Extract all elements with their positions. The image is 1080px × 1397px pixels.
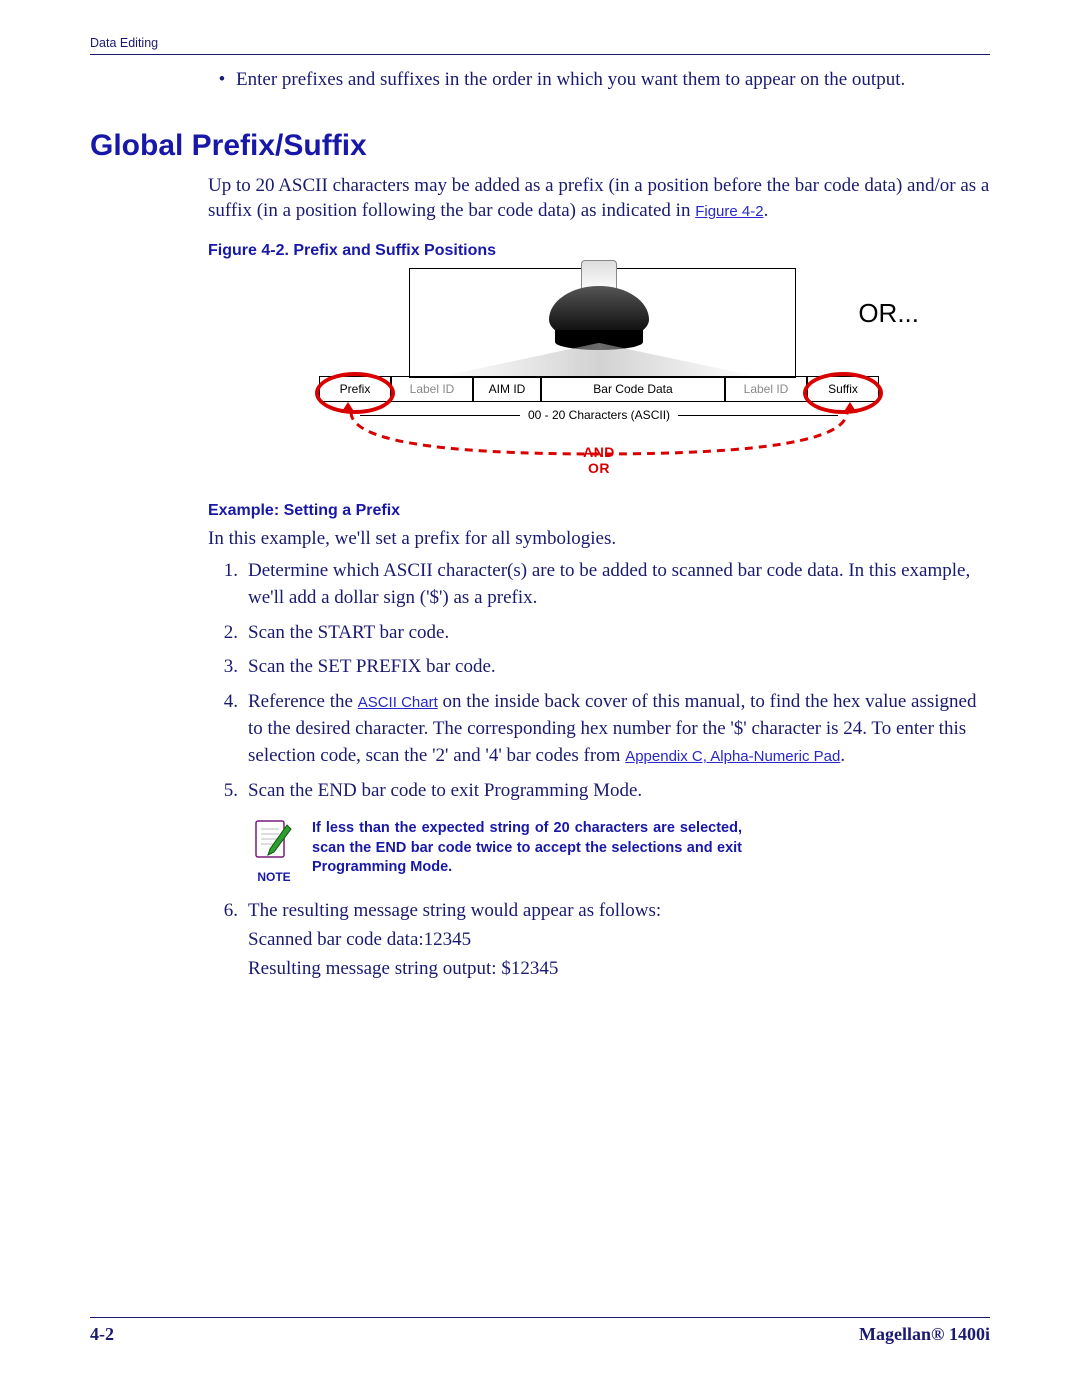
intro-post: . [764,200,769,221]
step6-lead: The resulting message string would appea… [248,900,661,921]
or2-text: OR [588,460,610,476]
step-5: 5.Scan the END bar code to exit Programm… [208,778,990,805]
step6-line2: Resulting message string output: $12345 [248,956,990,983]
header-rule [90,54,990,55]
product-name: Magellan® 1400i [859,1324,990,1345]
data-strip: Prefix Label ID AIM ID Bar Code Data Lab… [319,376,879,402]
step-3: 3.Scan the SET PREFIX bar code. [208,654,990,681]
and-or-label: AND OR [319,444,879,476]
intro-pre: Up to 20 ASCII characters may be added a… [208,175,989,222]
cell-aimid: AIM ID [473,376,541,402]
intro-paragraph: Up to 20 ASCII characters may be added a… [208,173,990,224]
body: Up to 20 ASCII characters may be added a… [208,173,990,984]
note-block: NOTE If less than the expected string of… [248,819,990,884]
figure-link[interactable]: Figure 4-2 [695,203,763,220]
top-bullet-block: • Enter prefixes and suffixes in the ord… [208,67,990,93]
steps-list-cont: 6. The resulting message string would ap… [208,898,990,983]
section-heading: Global Prefix/Suffix [90,129,990,163]
step6-line1: Scanned bar code data:12345 [248,927,990,954]
appendix-c-link[interactable]: Appendix C, Alpha-Numeric Pad [625,748,840,765]
bullet-dot: • [208,67,236,93]
cell-labelid2: Label ID [725,376,807,402]
steps-list: 1.Determine which ASCII character(s) are… [208,558,990,806]
and-text: AND [583,444,615,460]
ascii-chart-link[interactable]: ASCII Chart [358,694,438,711]
cell-labelid1: Label ID [391,376,473,402]
or-label: OR... [858,298,919,329]
running-header: Data Editing [90,36,990,50]
cell-barcodedata: Bar Code Data [541,376,725,402]
step-6: 6. The resulting message string would ap… [208,898,990,983]
step-1: 1.Determine which ASCII character(s) are… [208,558,990,612]
note-icon-wrap: NOTE [248,819,300,884]
page: Data Editing • Enter prefixes and suffix… [0,0,1080,1397]
page-number: 4-2 [90,1324,114,1345]
bullet-row: • Enter prefixes and suffixes in the ord… [208,67,990,93]
note-text: If less than the expected string of 20 c… [312,819,742,878]
step-4: 4. Reference the ASCII Chart on the insi… [208,689,990,770]
step-2-text: Scan the START bar code. [248,620,990,647]
note-icon [252,819,296,863]
step-1-text: Determine which ASCII character(s) are t… [248,558,990,612]
step-3-text: Scan the SET PREFIX bar code. [248,654,990,681]
step4-pre: Reference the [248,691,358,712]
step-5-text: Scan the END bar code to exit Programmin… [248,778,990,805]
prefix-suffix-diagram: OR... Prefix Label ID AIM ID Bar Code Da… [319,268,879,478]
step4-post: . [840,745,845,766]
step-2: 2.Scan the START bar code. [208,620,990,647]
bullet-text: Enter prefixes and suffixes in the order… [236,67,905,93]
step-4-text: Reference the ASCII Chart on the inside … [248,689,990,770]
note-label: NOTE [248,870,300,884]
figure-caption: Figure 4-2. Prefix and Suffix Positions [208,242,990,260]
footer-rule [90,1317,990,1318]
step-6-text: The resulting message string would appea… [248,898,990,983]
example-intro: In this example, we'll set a prefix for … [208,526,990,552]
footer: 4-2 Magellan® 1400i [90,1317,990,1345]
example-heading: Example: Setting a Prefix [208,502,990,520]
